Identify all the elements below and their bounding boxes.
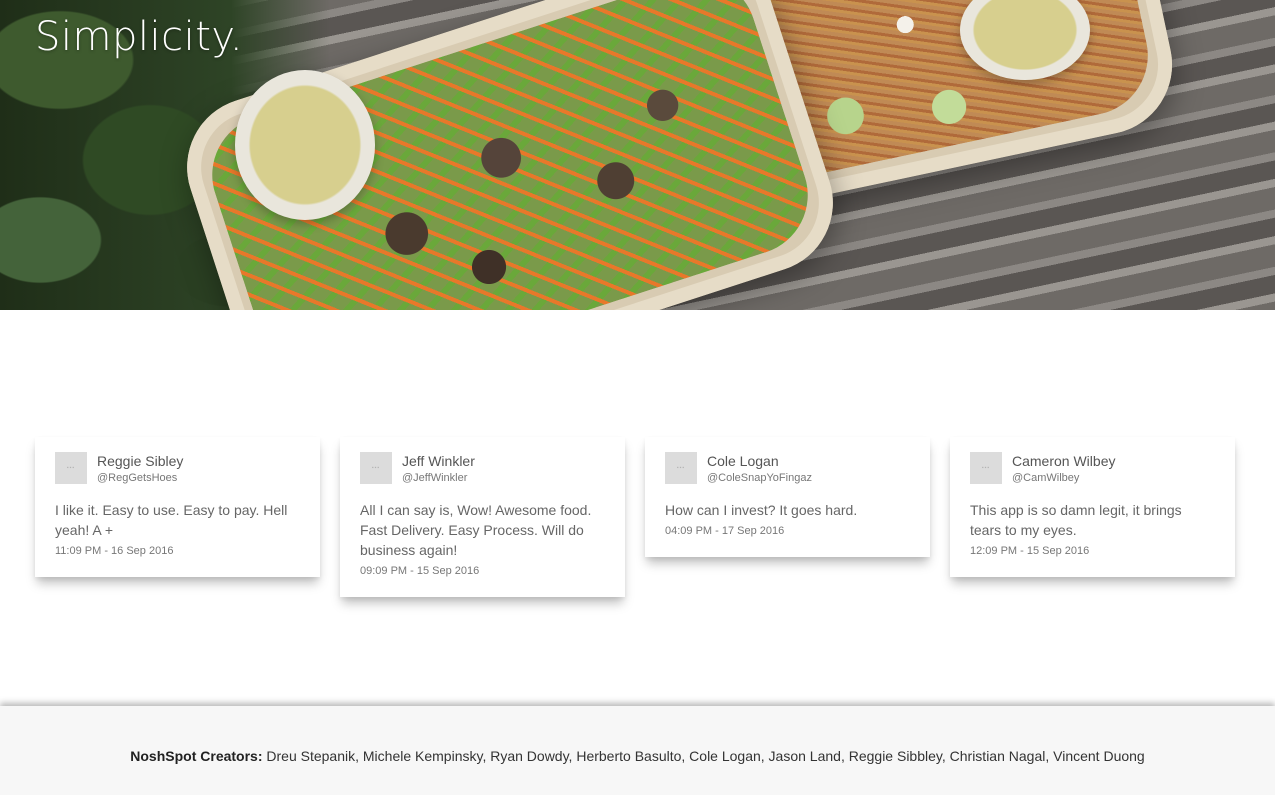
testimonial-card: ▪▪▪ Cameron Wilbey @CamWilbey This app i… <box>950 437 1235 577</box>
testimonial-time: 11:09 PM - 16 Sep 2016 <box>55 545 174 557</box>
testimonial-handle: @RegGetsHoes <box>97 472 178 484</box>
testimonial-text: I like it. Easy to use. Easy to pay. Hel… <box>55 502 288 538</box>
testimonial-card: ▪▪▪ Reggie Sibley @RegGetsHoes I like it… <box>35 437 320 577</box>
testimonial-time: 09:09 PM - 15 Sep 2016 <box>360 565 480 577</box>
hero-title: Simplicity. <box>35 14 244 60</box>
testimonial-text: All I can say is, Wow! Awesome food. Fas… <box>360 502 592 558</box>
testimonial-text: This app is so damn legit, it brings tea… <box>970 502 1182 538</box>
testimonial-time: 04:09 PM - 17 Sep 2016 <box>665 525 785 537</box>
testimonial-name: Reggie Sibley <box>97 453 184 469</box>
hero-dressing-cup <box>235 70 375 220</box>
footer-creator-names: Dreu Stepanik, Michele Kempinsky, Ryan D… <box>266 748 1145 764</box>
testimonial-handle: @ColeSnapYoFingaz <box>707 472 812 484</box>
testimonial-name: Jeff Winkler <box>402 453 475 469</box>
avatar-icon: ▪▪▪ <box>665 452 697 484</box>
testimonials-section: ▪▪▪ Reggie Sibley @RegGetsHoes I like it… <box>35 437 1235 617</box>
hero-banner: Simplicity. <box>0 0 1275 310</box>
avatar-icon: ▪▪▪ <box>970 452 1002 484</box>
footer-label: NoshSpot Creators: <box>130 748 263 764</box>
footer-credits: NoshSpot Creators: Dreu Stepanik, Michel… <box>0 706 1275 795</box>
testimonial-card: ▪▪▪ Cole Logan @ColeSnapYoFingaz How can… <box>645 437 930 557</box>
testimonial-handle: @JeffWinkler <box>402 472 468 484</box>
avatar-icon: ▪▪▪ <box>360 452 392 484</box>
avatar-icon: ▪▪▪ <box>55 452 87 484</box>
testimonial-handle: @CamWilbey <box>1012 472 1080 484</box>
testimonial-time: 12:09 PM - 15 Sep 2016 <box>970 545 1090 557</box>
testimonial-name: Cameron Wilbey <box>1012 453 1116 469</box>
testimonial-text: How can I invest? It goes hard. <box>665 502 858 518</box>
testimonial-card: ▪▪▪ Jeff Winkler @JeffWinkler All I can … <box>340 437 625 597</box>
testimonial-name: Cole Logan <box>707 453 779 469</box>
